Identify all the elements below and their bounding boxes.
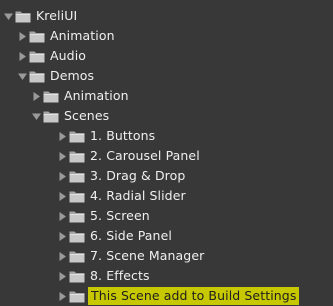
expanded-arrow-icon[interactable] bbox=[18, 72, 27, 81]
tree-row-carousel-panel[interactable]: 2. Carousel Panel bbox=[0, 146, 333, 166]
folder-icon bbox=[69, 150, 85, 163]
folder-icon bbox=[69, 270, 85, 283]
tree-row-effects[interactable]: 8. Effects bbox=[0, 266, 333, 286]
expanded-arrow-icon[interactable] bbox=[32, 112, 41, 121]
tree-row-buttons[interactable]: 1. Buttons bbox=[0, 126, 333, 146]
tree-row-kreliui[interactable]: KreliUI bbox=[0, 6, 333, 26]
collapsed-arrow-icon[interactable] bbox=[58, 231, 67, 241]
collapsed-arrow-icon[interactable] bbox=[58, 191, 67, 201]
tree-row-screen[interactable]: 5. Screen bbox=[0, 206, 333, 226]
collapsed-arrow-icon[interactable] bbox=[58, 171, 67, 181]
folder-icon bbox=[69, 170, 85, 183]
tree-row-label: 2. Carousel Panel bbox=[90, 148, 200, 163]
tree-row-scene-manager[interactable]: 7. Scene Manager bbox=[0, 246, 333, 266]
tree-row-build-settings-note[interactable]: This Scene add to Build Settings bbox=[0, 286, 333, 306]
folder-icon bbox=[29, 50, 45, 63]
tree-row-scenes[interactable]: Scenes bbox=[0, 106, 333, 126]
folder-icon bbox=[29, 70, 45, 83]
folder-icon bbox=[43, 110, 59, 123]
folder-icon bbox=[43, 90, 59, 103]
tree-row-label: Demos bbox=[50, 68, 95, 83]
tree-row-label: 5. Screen bbox=[90, 208, 150, 223]
collapsed-arrow-icon[interactable] bbox=[58, 271, 67, 281]
folder-icon bbox=[29, 30, 45, 43]
tree-row-label: KreliUI bbox=[36, 8, 78, 23]
tree-row-animation[interactable]: Animation bbox=[0, 26, 333, 46]
collapsed-arrow-icon[interactable] bbox=[32, 91, 41, 101]
tree-row-label: 1. Buttons bbox=[90, 128, 156, 143]
tree-row-drag-drop[interactable]: 3. Drag & Drop bbox=[0, 166, 333, 186]
tree-row-label: 4. Radial Slider bbox=[90, 188, 186, 203]
tree-row-label: Audio bbox=[50, 48, 87, 63]
tree-row-label: Animation bbox=[50, 28, 115, 43]
tree-row-demos[interactable]: Demos bbox=[0, 66, 333, 86]
folder-icon bbox=[69, 250, 85, 263]
collapsed-arrow-icon[interactable] bbox=[58, 211, 67, 221]
folder-icon bbox=[69, 230, 85, 243]
project-hierarchy-tree: KreliUI Animation Audio Demos Animation … bbox=[0, 0, 333, 306]
tree-row-label: 8. Effects bbox=[90, 268, 150, 283]
tree-row-radial-slider[interactable]: 4. Radial Slider bbox=[0, 186, 333, 206]
collapsed-arrow-icon[interactable] bbox=[58, 151, 67, 161]
tree-row-side-panel[interactable]: 6. Side Panel bbox=[0, 226, 333, 246]
folder-icon bbox=[69, 290, 85, 303]
collapsed-arrow-icon[interactable] bbox=[58, 251, 67, 261]
tree-row-label: Scenes bbox=[64, 108, 110, 123]
collapsed-arrow-icon[interactable] bbox=[18, 31, 27, 41]
tree-row-label: 7. Scene Manager bbox=[90, 248, 205, 263]
tree-row-label: 6. Side Panel bbox=[90, 228, 172, 243]
folder-icon bbox=[69, 190, 85, 203]
tree-row-label: Animation bbox=[64, 88, 129, 103]
build-settings-highlight-label: This Scene add to Build Settings bbox=[88, 287, 300, 305]
folder-icon bbox=[15, 10, 31, 23]
collapsed-arrow-icon[interactable] bbox=[18, 51, 27, 61]
collapsed-arrow-icon[interactable] bbox=[58, 131, 67, 141]
tree-row-audio[interactable]: Audio bbox=[0, 46, 333, 66]
expanded-arrow-icon[interactable] bbox=[4, 12, 13, 21]
folder-icon bbox=[69, 130, 85, 143]
tree-row-demos-animation[interactable]: Animation bbox=[0, 86, 333, 106]
collapsed-arrow-icon[interactable] bbox=[58, 291, 67, 301]
tree-row-label: 3. Drag & Drop bbox=[90, 168, 186, 183]
folder-icon bbox=[69, 210, 85, 223]
